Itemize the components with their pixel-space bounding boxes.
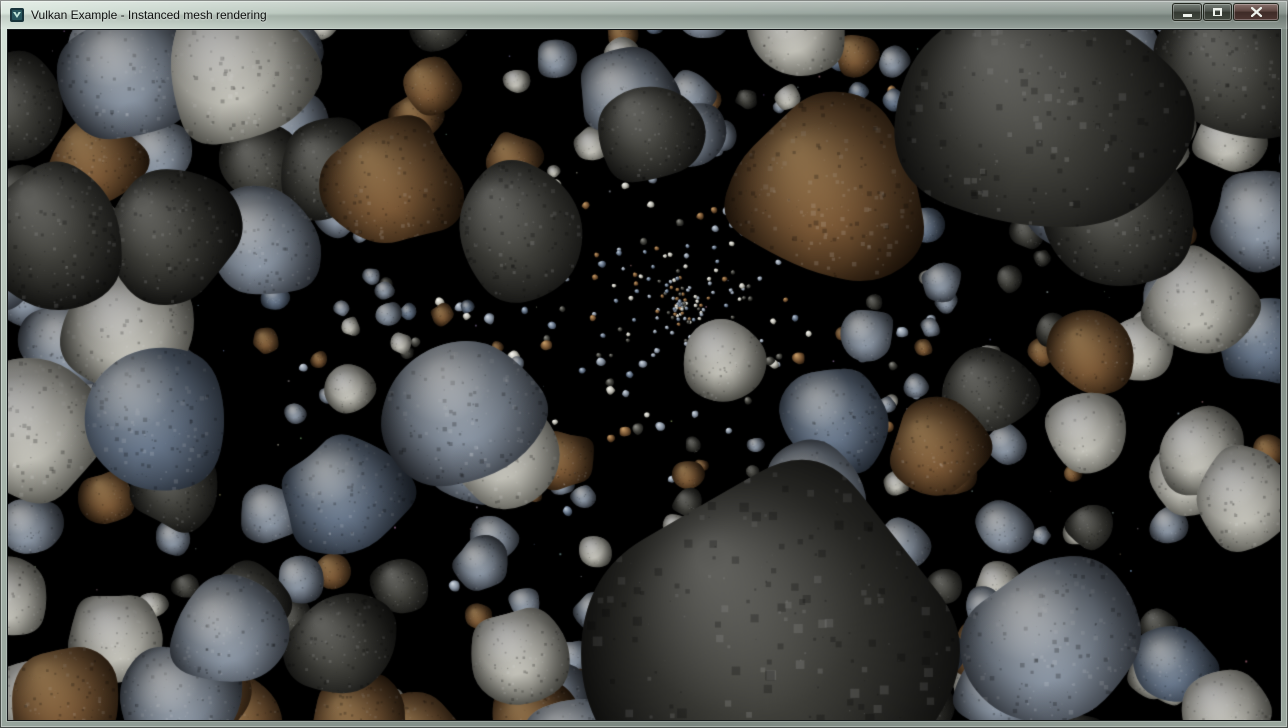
vulkan-app-icon <box>9 7 25 23</box>
app-icon[interactable] <box>9 7 25 23</box>
close-button[interactable] <box>1233 3 1279 21</box>
window-controls <box>1172 3 1279 21</box>
minimize-icon <box>1182 8 1193 17</box>
minimize-button[interactable] <box>1172 3 1202 21</box>
app-window: Vulkan Example - Instanced mesh renderin… <box>0 0 1288 728</box>
viewport-frame <box>7 29 1281 721</box>
close-icon <box>1251 7 1262 17</box>
maximize-button[interactable] <box>1203 3 1232 21</box>
maximize-icon <box>1212 7 1223 17</box>
render-viewport[interactable] <box>8 30 1280 720</box>
titlebar[interactable]: Vulkan Example - Instanced mesh renderin… <box>0 0 1288 29</box>
window-title: Vulkan Example - Instanced mesh renderin… <box>31 8 267 22</box>
